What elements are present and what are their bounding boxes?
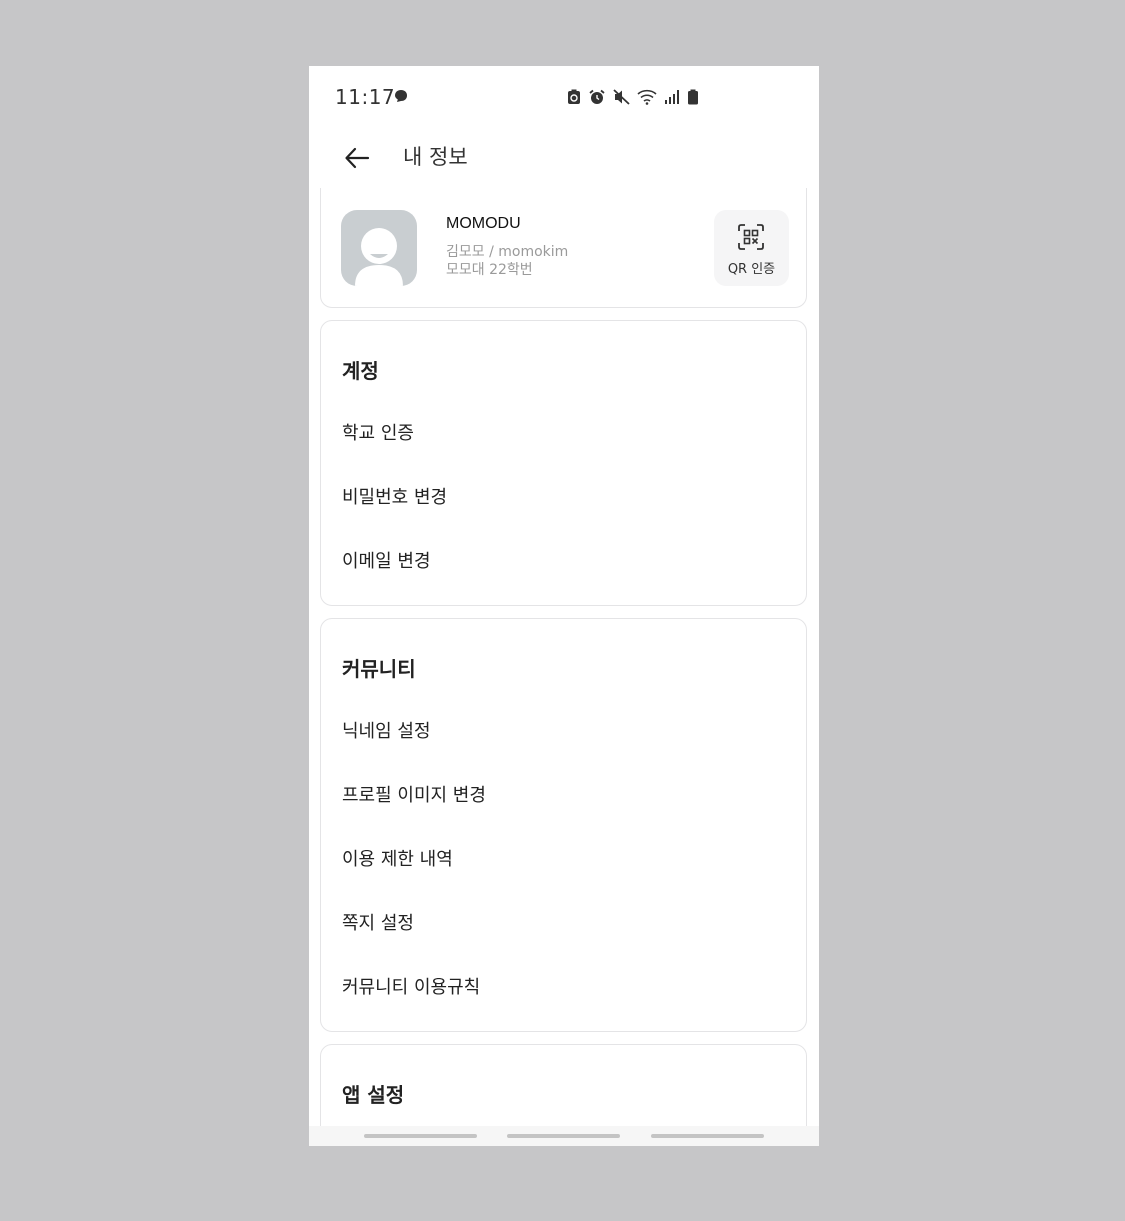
battery-icon	[688, 89, 698, 105]
community-section-title: 커뮤니티	[342, 657, 416, 681]
page-title: 내 정보	[403, 145, 468, 169]
profile-name-id: 김모모 / momokim	[446, 244, 569, 260]
back-button[interactable]	[337, 138, 377, 178]
status-time: 11:17	[335, 85, 396, 109]
battery-saver-icon	[568, 89, 580, 104]
nav-back-button[interactable]	[651, 1134, 764, 1138]
system-nav-bar	[309, 1126, 819, 1146]
profile-school: 모모대 22학번	[446, 262, 533, 278]
app-header: 내 정보	[309, 128, 819, 186]
profile-nickname: MOMODU	[446, 215, 521, 232]
qr-code-icon	[738, 224, 764, 250]
app-settings-section-title: 앱 설정	[342, 1083, 405, 1107]
menu-restriction-history[interactable]: 이용 제한 내역	[342, 845, 453, 871]
menu-change-password[interactable]: 비밀번호 변경	[342, 483, 447, 509]
account-section: 계정 학교 인증 비밀번호 변경 이메일 변경	[320, 320, 807, 606]
default-avatar-icon	[355, 228, 403, 286]
nav-home-button[interactable]	[507, 1134, 620, 1138]
account-section-title: 계정	[342, 359, 379, 383]
profile-card: MOMODU 김모모 / momokim 모모대 22학번 QR 인증	[320, 188, 807, 308]
profile-subinfo: 김모모 / momokim 모모대 22학번	[446, 243, 568, 279]
mute-icon	[613, 89, 630, 105]
menu-change-email[interactable]: 이메일 변경	[342, 547, 431, 573]
status-icons	[567, 88, 699, 106]
menu-message-settings[interactable]: 쪽지 설정	[342, 909, 414, 935]
community-section: 커뮤니티 닉네임 설정 프로필 이미지 변경 이용 제한 내역 쪽지 설정 커뮤…	[320, 618, 807, 1032]
status-bar: 11:17	[309, 66, 819, 128]
arrow-left-icon	[345, 147, 370, 169]
alarm-icon	[589, 89, 605, 104]
signal-icon	[665, 90, 679, 104]
nav-recent-button[interactable]	[364, 1134, 477, 1138]
menu-school-verification[interactable]: 학교 인증	[342, 419, 414, 445]
wifi-icon	[637, 89, 657, 105]
qr-verify-label: QR 인증	[727, 262, 776, 277]
avatar	[341, 210, 417, 286]
qr-verify-button[interactable]: QR 인증	[714, 210, 789, 286]
menu-nickname-settings[interactable]: 닉네임 설정	[342, 717, 431, 743]
chat-icon	[395, 90, 407, 102]
menu-change-profile-image[interactable]: 프로필 이미지 변경	[342, 781, 486, 807]
menu-community-rules[interactable]: 커뮤니티 이용규칙	[342, 973, 480, 999]
phone-screen: 11:17 내 정보 MOMODU 김모모 / momokim 모모대 22학번…	[309, 66, 819, 1146]
